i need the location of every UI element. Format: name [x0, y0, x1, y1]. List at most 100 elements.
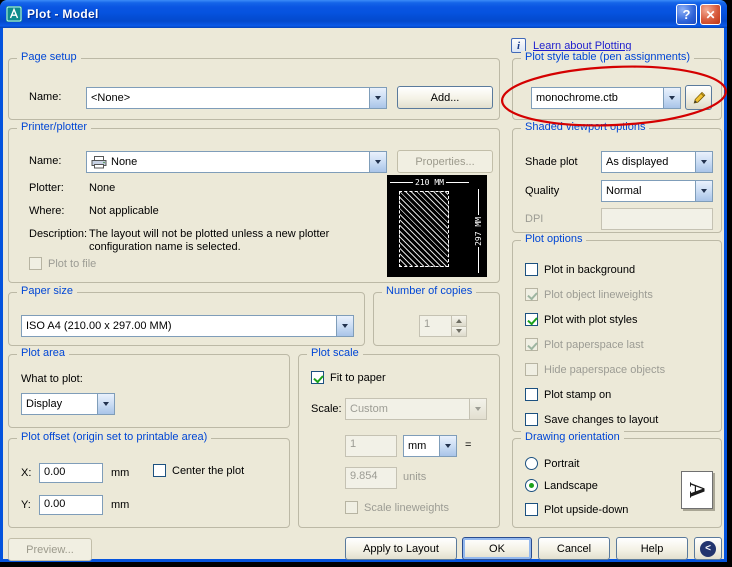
ok-button[interactable]: OK [462, 537, 532, 560]
what-to-plot-value: Display [26, 398, 63, 410]
plot-in-background-checkbox[interactable]: Plot in background [525, 263, 635, 276]
plot-options-legend: Plot options [521, 233, 587, 245]
chevron-down-icon[interactable] [695, 181, 712, 201]
landscape-radio[interactable]: Landscape [525, 479, 598, 492]
offset-y-label: Y: [21, 499, 31, 511]
scale-value: Custom [350, 403, 388, 415]
plotter-label: Plotter: [29, 182, 64, 194]
units-label: units [403, 471, 427, 483]
offset-x-unit: mm [111, 467, 130, 479]
plot-scale-legend: Plot scale [307, 347, 363, 359]
paper-height-label: 297 MM [474, 216, 483, 246]
page-setup-name-label: Name: [29, 91, 62, 103]
title-bar[interactable]: Plot - Model ? ✕ [0, 0, 727, 28]
checkbox-label: Plot object lineweights [544, 288, 653, 301]
pencil-icon [693, 91, 705, 104]
printer-legend: Printer/plotter [17, 121, 92, 133]
offset-y-value: 0.00 [44, 498, 66, 510]
scale-lineweights-checkbox[interactable]: Scale lineweights [345, 501, 449, 514]
hide-paperspace-objects-checkbox[interactable]: Hide paperspace objects [525, 363, 665, 376]
plot-area-group: Plot area What to plot: Display [8, 347, 290, 428]
portrait-radio[interactable]: Portrait [525, 457, 579, 470]
chevron-down-icon[interactable] [439, 436, 456, 456]
printer-name-select[interactable]: None [86, 151, 387, 173]
radio-circle [525, 479, 538, 492]
scale-unit-select[interactable]: mm [403, 435, 457, 457]
help-button-label: Help [640, 542, 664, 555]
less-options-button[interactable]: < [694, 537, 722, 560]
printer-name-label: Name: [29, 155, 62, 167]
checkbox-label: Plot with plot styles [544, 313, 638, 326]
fit-to-paper-checkbox[interactable]: Fit to paper [311, 371, 386, 384]
preview-button[interactable]: Preview... [8, 538, 92, 561]
orientation-paper-icon: A [681, 471, 713, 509]
checkbox-box [153, 464, 166, 477]
offset-x-value: 0.00 [44, 466, 66, 478]
page-setup-name-select[interactable]: <None> [86, 87, 387, 109]
checkbox-box [525, 288, 538, 301]
chevron-left-glyph: < [705, 543, 711, 554]
plot-area-legend: Plot area [17, 347, 70, 359]
checkbox-box [525, 388, 538, 401]
edit-plot-style-button[interactable] [685, 85, 712, 110]
chevron-down-icon[interactable] [469, 399, 486, 419]
plot-paperspace-last-checkbox[interactable]: Plot paperspace last [525, 338, 644, 351]
radio-circle [525, 457, 538, 470]
plot-stamp-on-checkbox[interactable]: Plot stamp on [525, 388, 611, 401]
shade-plot-select[interactable]: As displayed [601, 151, 713, 173]
where-label: Where: [29, 205, 65, 217]
help-button[interactable]: Help [616, 537, 688, 560]
plot-style-select[interactable]: monochrome.ctb [531, 87, 681, 109]
chevron-down-icon[interactable] [369, 88, 386, 108]
description-label: Description: [29, 228, 88, 240]
what-to-plot-select[interactable]: Display [21, 393, 115, 415]
paper-size-select[interactable]: ISO A4 (210.00 x 297.00 MM) [21, 315, 354, 337]
scale-select[interactable]: Custom [345, 398, 487, 420]
checkbox-label: Scale lineweights [364, 501, 449, 514]
spin-up-icon[interactable] [452, 316, 466, 327]
scale-numerator-input[interactable]: 1 [345, 435, 397, 457]
window-help-button[interactable]: ? [676, 4, 697, 25]
save-changes-to-layout-checkbox[interactable]: Save changes to layout [525, 413, 658, 426]
cancel-button[interactable]: Cancel [538, 537, 610, 560]
plot-upside-down-checkbox[interactable]: Plot upside-down [525, 503, 628, 516]
dpi-input[interactable] [601, 208, 713, 230]
plot-with-plot-styles-checkbox[interactable]: Plot with plot styles [525, 313, 638, 326]
checkbox-label: Hide paperspace objects [544, 363, 666, 376]
checkbox-label: Fit to paper [330, 371, 386, 384]
chevron-down-icon[interactable] [695, 152, 712, 172]
checkbox-label: Plot stamp on [544, 388, 612, 401]
drawing-orientation-group: Drawing orientation Portrait Landscape P… [512, 431, 722, 528]
close-icon: ✕ [705, 7, 716, 22]
checkbox-box [525, 363, 538, 376]
center-the-plot-checkbox[interactable]: Center the plot [153, 464, 244, 477]
scale-denominator-value: 9.854 [350, 470, 378, 482]
copies-legend: Number of copies [382, 285, 477, 297]
chevron-down-icon[interactable] [97, 394, 114, 414]
equals-sign: = [465, 439, 472, 451]
scale-unit-value: mm [408, 440, 427, 452]
plot-to-file-checkbox[interactable]: Plot to file [29, 257, 96, 270]
scale-denominator-input[interactable]: 9.854 [345, 467, 397, 489]
chevron-down-icon[interactable] [369, 152, 386, 172]
dpi-label: DPI [525, 213, 544, 225]
window-close-button[interactable]: ✕ [700, 4, 721, 25]
add-page-setup-button[interactable]: Add... [397, 86, 493, 109]
spin-down-icon[interactable] [452, 326, 466, 336]
printer-properties-button[interactable]: Properties... [397, 150, 493, 173]
plot-object-lineweights-checkbox[interactable]: Plot object lineweights [525, 288, 653, 301]
offset-y-input[interactable]: 0.00 [39, 495, 103, 515]
copies-spinner[interactable]: 1 [419, 315, 467, 337]
apply-to-layout-button[interactable]: Apply to Layout [345, 537, 457, 560]
chevron-down-icon[interactable] [663, 88, 680, 108]
shaded-viewport-group: Shaded viewport options Shade plot As di… [512, 121, 722, 233]
where-value: Not applicable [89, 205, 159, 217]
offset-x-input[interactable]: 0.00 [39, 463, 103, 483]
chevron-down-icon[interactable] [336, 316, 353, 336]
orientation-legend: Drawing orientation [521, 431, 624, 443]
quality-select[interactable]: Normal [601, 180, 713, 202]
page-setup-name-value: <None> [91, 92, 131, 104]
radio-label: Landscape [544, 479, 598, 492]
plot-offset-group: Plot offset (origin set to printable are… [8, 431, 290, 528]
quality-value: Normal [606, 185, 642, 197]
